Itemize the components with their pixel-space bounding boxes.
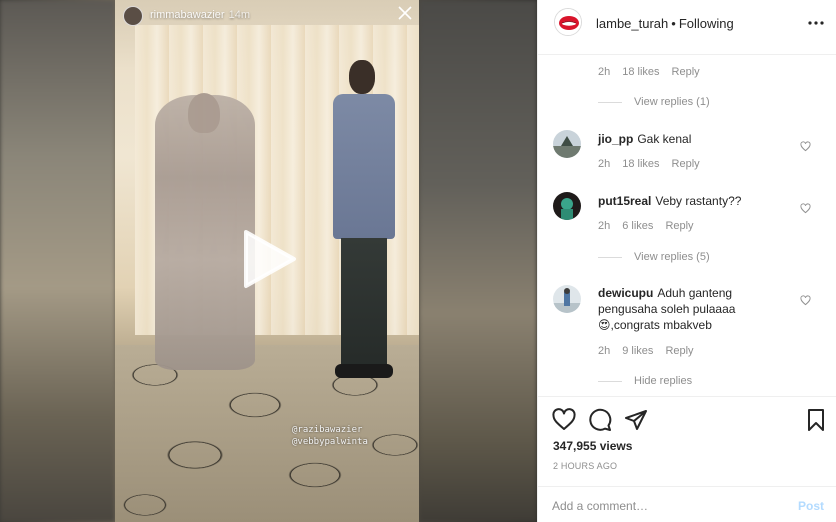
post-media[interactable]: rimmabawazier 14m @razibawazier @vebbypal… — [0, 0, 537, 522]
comment-meta: 2h 18 likes Reply — [598, 158, 712, 170]
reply-button[interactable]: Reply — [672, 158, 700, 170]
follow-status[interactable]: Following — [679, 16, 734, 31]
comment-likes[interactable]: 18 likes — [622, 66, 659, 78]
like-comment-icon[interactable] — [800, 293, 811, 306]
comment-time: 2h — [598, 66, 611, 78]
comment-likes[interactable]: 18 likes — [622, 158, 659, 170]
post-actions: 347,955 views 2 HOURS AGO — [538, 396, 836, 486]
like-comment-icon[interactable] — [800, 139, 811, 152]
story-mention-sticker: @razibawazier @vebbypalwinta — [292, 424, 368, 448]
more-options-icon[interactable] — [807, 14, 825, 32]
comment-time: 2h — [598, 220, 611, 232]
comments-list[interactable]: 2h 18 likes Reply View replies (1) jio_pp G… — [538, 56, 836, 396]
comment-likes[interactable]: 9 likes — [622, 345, 653, 357]
comment-time: 2h — [598, 158, 611, 170]
view-replies-button[interactable]: View replies (1) — [598, 96, 710, 108]
author-line: lambe_turah • Following — [596, 16, 734, 31]
save-bookmark-icon[interactable] — [804, 408, 828, 432]
author-avatar[interactable] — [554, 8, 582, 36]
view-count[interactable]: 347,955 views — [553, 439, 632, 453]
comment-input[interactable] — [552, 496, 772, 516]
avatar[interactable] — [553, 285, 581, 313]
like-comment-icon[interactable] — [800, 201, 811, 214]
view-replies-button[interactable]: View replies (5) — [598, 251, 710, 263]
post-timestamp[interactable]: 2 HOURS AGO — [553, 461, 617, 471]
comment-likes[interactable]: 6 likes — [622, 220, 653, 232]
hide-replies-button[interactable]: Hide replies — [598, 375, 692, 387]
reply-button[interactable]: Reply — [665, 345, 693, 357]
comment-username[interactable]: dewicupu — [598, 286, 653, 300]
comment-time: 2h — [598, 345, 611, 357]
author-username[interactable]: lambe_turah — [596, 16, 668, 31]
comment-text: put15real Veby rastanty?? — [598, 194, 742, 208]
play-icon[interactable] — [240, 228, 298, 290]
comment-text: jio_pp Gak kenal — [598, 132, 692, 146]
reply-button[interactable]: Reply — [665, 220, 693, 232]
add-comment-bar: Post — [538, 486, 836, 522]
comment-username[interactable]: jio_pp — [598, 132, 633, 146]
story-username: rimmabawazier 14m — [150, 9, 250, 21]
story-avatar — [123, 6, 143, 26]
post-header: lambe_turah • Following — [538, 0, 836, 55]
post-panel: lambe_turah • Following 2h 18 likes Reply Vi… — [537, 0, 836, 522]
reply-button[interactable]: Reply — [672, 66, 700, 78]
comment-bubble-icon[interactable] — [588, 408, 612, 432]
close-icon — [396, 5, 414, 23]
mention-line-1: @razibawazier — [292, 425, 363, 435]
media-blur-right — [419, 0, 537, 522]
mention-line-2: @vebbypalwinta — [292, 437, 368, 447]
media-blur-left — [0, 0, 115, 522]
like-heart-icon[interactable] — [552, 408, 576, 432]
comment-text: dewicupu Aduh ganteng pengusaha soleh pul… — [598, 286, 736, 332]
comment-meta: 2h 6 likes Reply — [598, 220, 706, 232]
person-man — [333, 60, 395, 380]
post-button[interactable]: Post — [798, 499, 824, 513]
avatar[interactable] — [553, 130, 581, 158]
comment-meta: 2h 18 likes Reply — [598, 66, 712, 78]
comment-username[interactable]: put15real — [598, 194, 651, 208]
share-paper-plane-icon[interactable] — [624, 408, 648, 432]
emoji: 😍 — [598, 318, 611, 332]
comment-meta: 2h 9 likes Reply — [598, 345, 706, 357]
avatar[interactable] — [553, 192, 581, 220]
story-time: 14m — [228, 9, 250, 21]
